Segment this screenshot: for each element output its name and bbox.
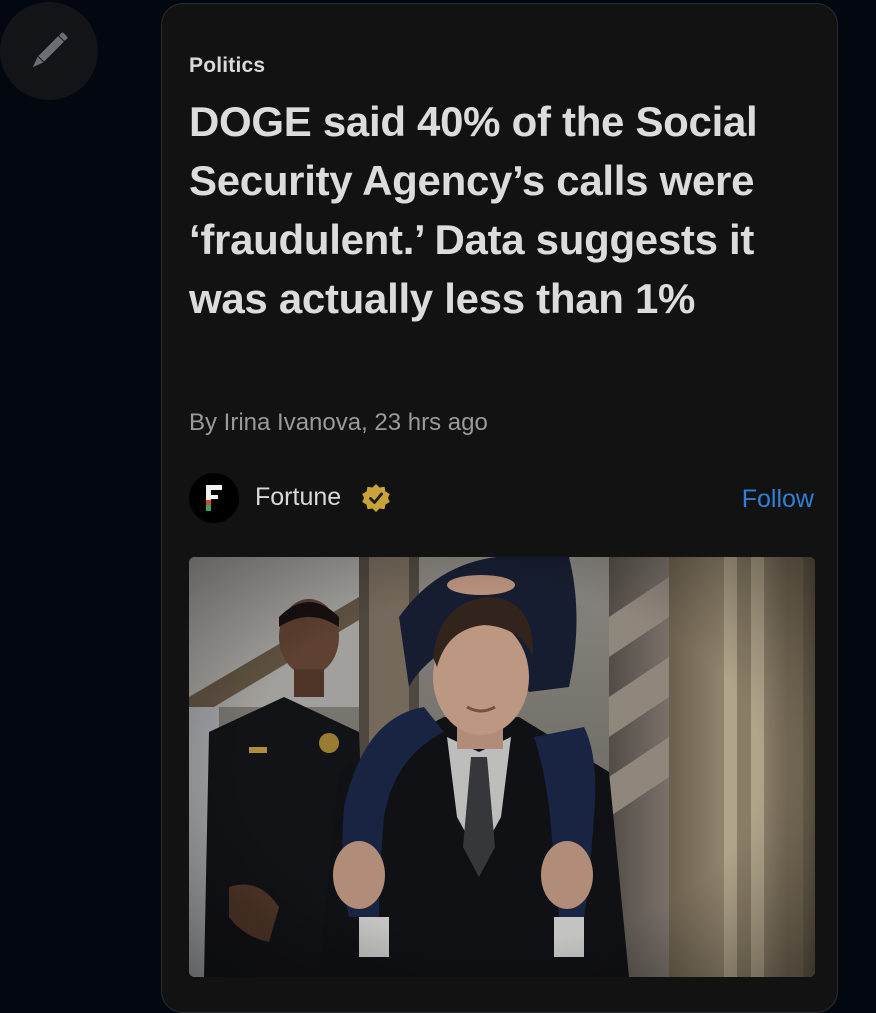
verified-badge-icon bbox=[362, 484, 390, 512]
article-headline[interactable]: DOGE said 40% of the Social Security Age… bbox=[189, 92, 829, 328]
article-byline: By Irina Ivanova, 23 hrs ago bbox=[189, 409, 488, 436]
follow-button[interactable]: Follow bbox=[742, 485, 814, 514]
category-label: Politics bbox=[189, 54, 266, 77]
fortune-logo-icon[interactable] bbox=[189, 473, 239, 523]
pencil-icon bbox=[32, 32, 68, 68]
logo-mark bbox=[206, 485, 222, 511]
photo-illustration bbox=[189, 557, 815, 977]
news-card[interactable]: Politics DOGE said 40% of the Social Sec… bbox=[161, 3, 838, 1013]
article-photo[interactable] bbox=[189, 557, 815, 977]
source-name[interactable]: Fortune bbox=[255, 483, 341, 512]
source-row: Fortune Follow bbox=[189, 471, 814, 525]
compose-button[interactable] bbox=[0, 2, 98, 100]
